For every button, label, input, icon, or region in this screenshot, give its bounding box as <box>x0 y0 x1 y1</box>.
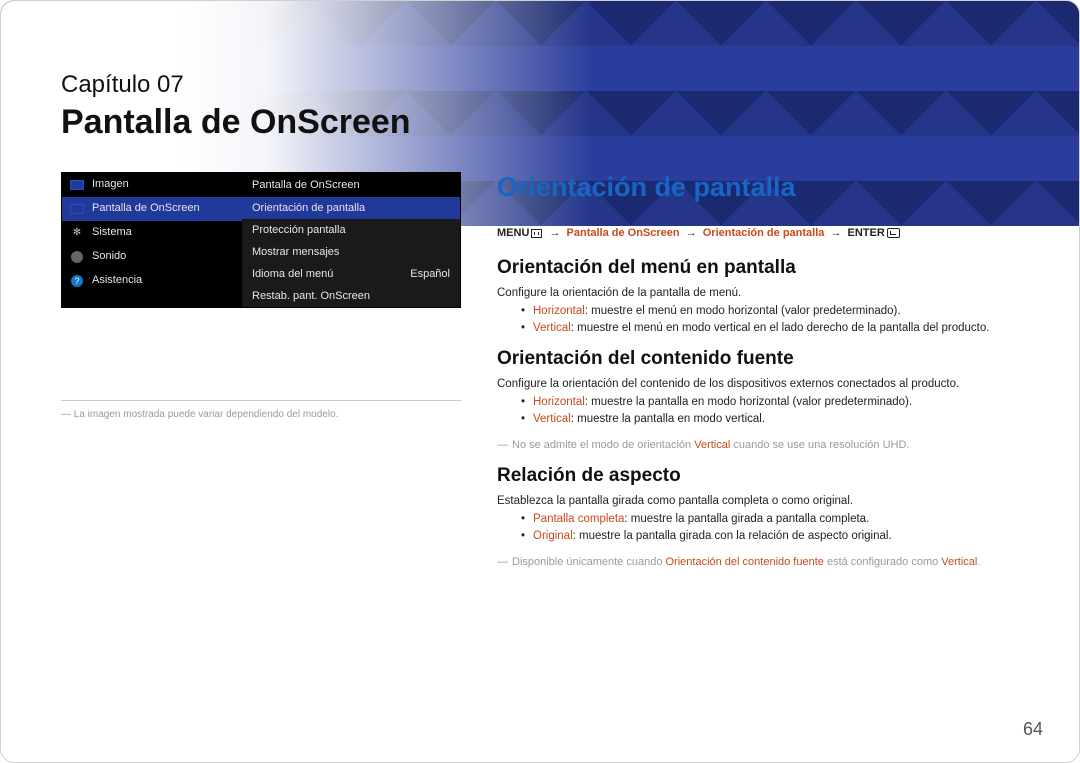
bullet-rest: : muestre la pantalla en modo horizontal… <box>585 396 912 408</box>
menu-item-label: Pantalla de OnScreen <box>92 202 200 215</box>
chapter-title: Pantalla de OnScreen <box>61 103 1019 142</box>
menu-item-label: Imagen <box>92 178 129 191</box>
menu-item-onscreen: Pantalla de OnScreen <box>62 197 242 221</box>
gear-icon: ✻ <box>70 227 84 239</box>
panel-row-label: Restab. pant. OnScreen <box>252 290 370 302</box>
panel-row-value: Español <box>410 268 450 280</box>
panel-row-orientacion: Orientación de pantalla <box>242 197 460 219</box>
bullet-keyword: Vertical <box>533 322 571 334</box>
note-keyword: Vertical <box>694 439 730 451</box>
bullet: Original: muestre la pantalla girada con… <box>521 530 1029 542</box>
bullet-rest: : muestre la pantalla en modo vertical. <box>571 413 765 425</box>
menu-item-label: Asistencia <box>92 274 142 287</box>
sub2-bullets: Horizontal: muestre la pantalla en modo … <box>521 396 1029 425</box>
panel-row-mostrar: Mostrar mensajes <box>242 241 460 263</box>
menu-screenshot: Imagen Pantalla de OnScreen ✻ Sistema So… <box>61 172 461 308</box>
note-pre: No se admite el modo de orientación <box>512 439 694 451</box>
bullet-rest: : muestre la pantalla girada a pantalla … <box>624 513 869 525</box>
bullet: Horizontal: muestre la pantalla en modo … <box>521 396 1029 408</box>
note-pre: Disponible únicamente cuando <box>512 556 666 568</box>
panel-row-label: Orientación de pantalla <box>252 202 365 214</box>
speaker-icon <box>70 251 84 263</box>
onscreen-icon <box>70 203 84 215</box>
menu-right-panel: Pantalla de OnScreen Orientación de pant… <box>242 173 460 307</box>
sub3-note: ― Disponible únicamente cuando Orientació… <box>497 556 1029 568</box>
picture-icon <box>70 179 84 191</box>
image-disclaimer: ― La imagen mostrada puede variar depend… <box>61 409 461 420</box>
menu-item-asistencia: ? Asistencia <box>62 269 242 293</box>
sub1-bullets: Horizontal: muestre el menú en modo hori… <box>521 305 1029 334</box>
note-post: . <box>977 556 980 568</box>
menu-item-sonido: Sonido <box>62 245 242 269</box>
page-number: 64 <box>1023 719 1043 740</box>
note-mid: está configurado como <box>824 556 941 568</box>
subhead-menu-orientation: Orientación del menú en pantalla <box>497 257 1029 279</box>
note-keyword: Vertical <box>941 556 977 568</box>
page: Capítulo 07 Pantalla de OnScreen Imagen … <box>0 0 1080 763</box>
menu-item-label: Sistema <box>92 226 132 239</box>
sub2-note: ― No se admite el modo de orientación Ver… <box>497 439 1029 451</box>
bullet-rest: : muestre la pantalla girada con la rela… <box>573 530 892 542</box>
note-keyword: Orientación del contenido fuente <box>666 556 824 568</box>
panel-row-label: Protección pantalla <box>252 224 346 236</box>
menu-item-sistema: ✻ Sistema <box>62 221 242 245</box>
menu-left-list: Imagen Pantalla de OnScreen ✻ Sistema So… <box>62 173 242 307</box>
panel-row-label: Idioma del menú <box>252 268 333 280</box>
panel-title: Pantalla de OnScreen <box>242 173 460 197</box>
bullet: Vertical: muestre el menú en modo vertic… <box>521 322 1029 334</box>
bullet: Vertical: muestre la pantalla en modo ve… <box>521 413 1029 425</box>
sub1-intro: Configure la orientación de la pantalla … <box>497 287 1029 299</box>
bullet-keyword: Horizontal <box>533 396 585 408</box>
menu-item-label: Sonido <box>92 250 126 263</box>
bullet-rest: : muestre el menú en modo horizontal (va… <box>585 305 901 317</box>
section-title: Orientación de pantalla <box>497 172 1029 203</box>
note-dash-icon: ― <box>497 556 508 568</box>
left-column: Imagen Pantalla de OnScreen ✻ Sistema So… <box>61 172 461 582</box>
left-note-rule <box>61 400 461 401</box>
enter-icon <box>887 228 900 238</box>
path-seg1: Pantalla de OnScreen <box>567 227 680 239</box>
bullet-rest: : muestre el menú en modo vertical en el… <box>571 322 990 334</box>
right-column: Orientación de pantalla MENU → Pantalla … <box>497 172 1039 582</box>
note-dash-icon: ― <box>497 439 508 451</box>
panel-row-idioma: Idioma del menú Español <box>242 263 460 285</box>
note-post: cuando se use una resolución UHD. <box>730 439 909 451</box>
panel-row-restab: Restab. pant. OnScreen <box>242 285 460 307</box>
panel-row-label: Mostrar mensajes <box>252 246 339 258</box>
bullet-keyword: Original <box>533 530 573 542</box>
path-menu-label: MENU <box>497 227 529 239</box>
bullet: Horizontal: muestre el menú en modo hori… <box>521 305 1029 317</box>
subhead-aspect-ratio: Relación de aspecto <box>497 465 1029 487</box>
chapter-number: Capítulo 07 <box>61 71 1019 99</box>
sub3-bullets: Pantalla completa: muestre la pantalla g… <box>521 513 1029 542</box>
sub2-intro: Configure la orientación del contenido d… <box>497 378 1029 390</box>
arrow-icon: → <box>830 227 841 239</box>
nav-path: MENU → Pantalla de OnScreen → Orientació… <box>497 227 1029 239</box>
bullet-keyword: Vertical <box>533 413 571 425</box>
content-row: Imagen Pantalla de OnScreen ✻ Sistema So… <box>1 142 1079 582</box>
bullet-keyword: Pantalla completa <box>533 513 624 525</box>
bullet: Pantalla completa: muestre la pantalla g… <box>521 513 1029 525</box>
menu-item-imagen: Imagen <box>62 173 242 197</box>
path-seg2: Orientación de pantalla <box>703 227 825 239</box>
arrow-icon: → <box>549 227 560 239</box>
bullet-keyword: Horizontal <box>533 305 585 317</box>
sub3-intro: Establezca la pantalla girada como panta… <box>497 495 1029 507</box>
header: Capítulo 07 Pantalla de OnScreen <box>1 1 1079 142</box>
path-enter-label: ENTER <box>848 227 885 239</box>
panel-row-proteccion: Protección pantalla <box>242 219 460 241</box>
subhead-source-orientation: Orientación del contenido fuente <box>497 348 1029 370</box>
arrow-icon: → <box>686 227 697 239</box>
menu-grid-icon <box>531 229 542 238</box>
help-icon: ? <box>70 275 84 287</box>
